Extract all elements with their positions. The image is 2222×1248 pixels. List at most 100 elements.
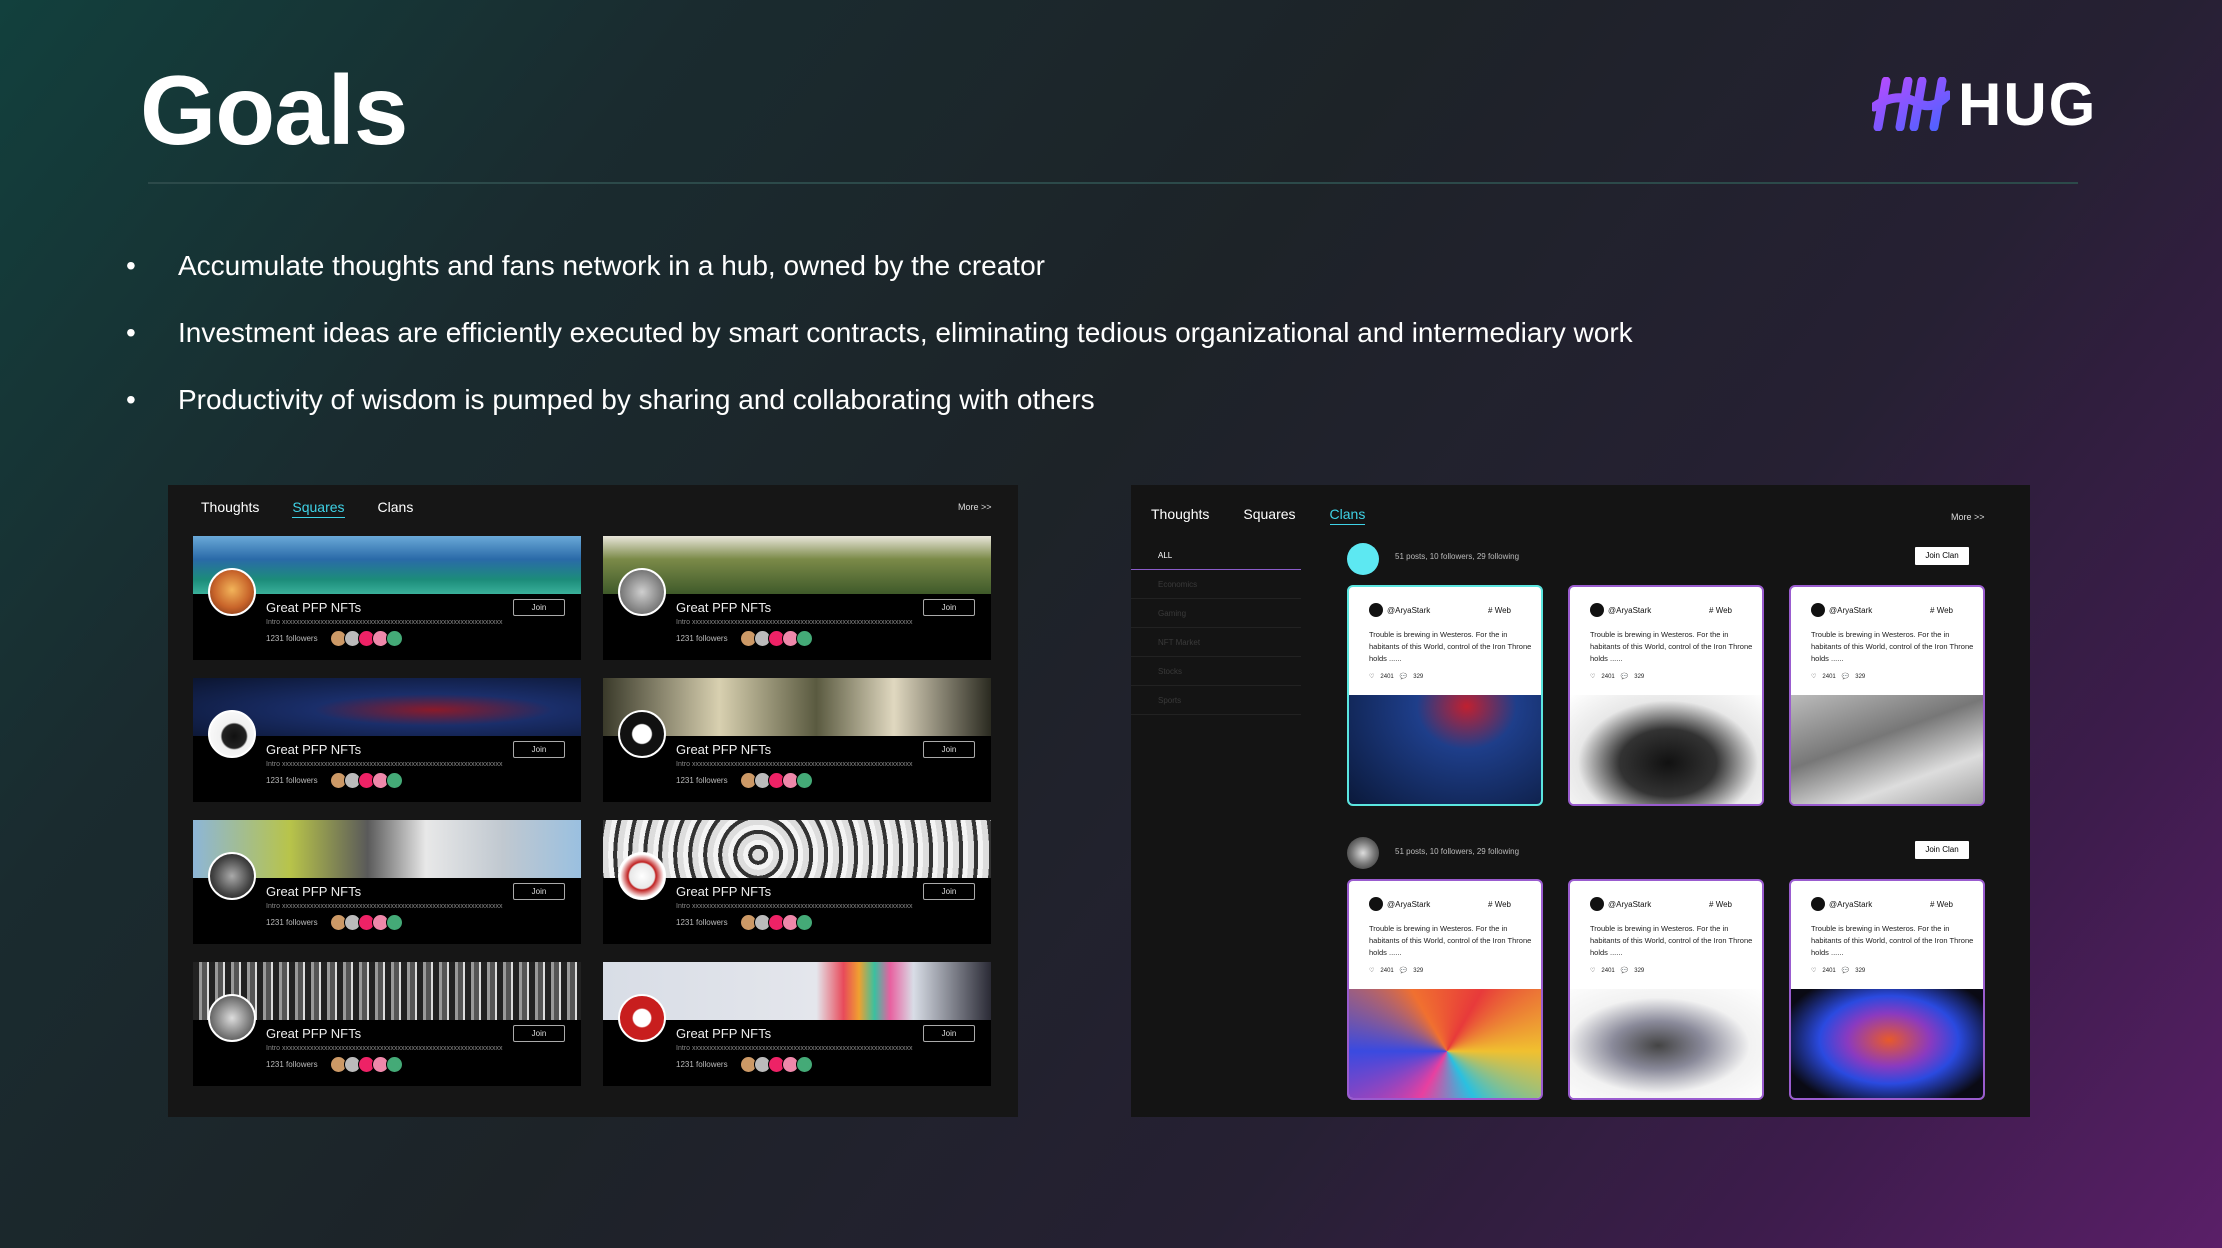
post-image — [1570, 989, 1762, 1098]
comment-icon[interactable]: 💬 — [1621, 673, 1628, 680]
post-text: Trouble is brewing in Westeros. For the … — [1811, 630, 1974, 663]
square-card[interactable]: Great PFP NFTs Intro xxxxxxxxxxxxxxxxxxx… — [193, 536, 581, 660]
comment-icon[interactable]: 💬 — [1842, 673, 1849, 680]
heart-icon[interactable]: ♡ — [1369, 673, 1374, 680]
post-card[interactable]: @AryaStark # Web Trouble is brewing in W… — [1568, 879, 1764, 1100]
tab-thoughts[interactable]: Thoughts — [1151, 506, 1209, 525]
card-followers: 1231 followers — [266, 776, 318, 785]
member-avatars — [330, 1056, 403, 1073]
square-card[interactable]: Great PFP NFTs Intro xxxxxxxxxxxxxxxxxxx… — [193, 962, 581, 1086]
square-card[interactable]: Great PFP NFTs Intro xxxxxxxxxxxxxxxxxxx… — [603, 820, 991, 944]
card-name: Great PFP NFTs — [266, 742, 362, 757]
square-card[interactable]: Great PFP NFTs Intro xxxxxxxxxxxxxxxxxxx… — [603, 678, 991, 802]
sidebar-item-sports[interactable]: Sports — [1131, 686, 1301, 715]
heart-icon[interactable]: ♡ — [1811, 967, 1816, 974]
post-card[interactable]: @AryaStark # Web Trouble is brewing in W… — [1347, 879, 1543, 1100]
join-button[interactable]: Join — [513, 741, 565, 758]
card-avatar — [618, 710, 666, 758]
card-intro: Intro xxxxxxxxxxxxxxxxxxxxxxxxxxxxxxxxxx… — [266, 1045, 503, 1052]
member-avatars — [330, 772, 403, 789]
user-avatar — [1590, 603, 1604, 617]
post-username: @AryaStark — [1387, 605, 1431, 615]
post-card[interactable]: @AryaStark # Web Trouble is brewing in W… — [1568, 585, 1764, 806]
square-card[interactable]: Great PFP NFTs Intro xxxxxxxxxxxxxxxxxxx… — [193, 820, 581, 944]
post-actions: ♡ 2401 💬 329 — [1369, 673, 1424, 681]
tab-squares[interactable]: Squares — [1243, 506, 1295, 525]
post-user[interactable]: @AryaStark — [1369, 897, 1430, 911]
post-user[interactable]: @AryaStark — [1369, 603, 1430, 617]
post-username: @AryaStark — [1608, 605, 1652, 615]
post-tag[interactable]: # Web — [1709, 606, 1732, 615]
sidebar-item-gaming[interactable]: Gaming — [1131, 599, 1301, 628]
post-user[interactable]: @AryaStark — [1590, 897, 1651, 911]
sidebar-item-all[interactable]: ALL — [1131, 541, 1301, 570]
card-followers: 1231 followers — [676, 634, 728, 643]
comment-count: 329 — [1634, 673, 1645, 680]
heart-icon[interactable]: ♡ — [1590, 673, 1595, 680]
join-clan-button[interactable]: Join Clan — [1915, 841, 1969, 859]
join-clan-button[interactable]: Join Clan — [1915, 547, 1969, 565]
card-avatar — [208, 568, 256, 616]
clan-avatar[interactable] — [1347, 543, 1379, 575]
clan-avatar[interactable] — [1347, 837, 1379, 869]
card-avatar — [208, 710, 256, 758]
more-link[interactable]: More >> — [958, 502, 992, 512]
squares-screenshot: Thoughts Squares Clans More >> Great PFP… — [168, 485, 1018, 1117]
post-tag[interactable]: # Web — [1930, 900, 1953, 909]
square-card[interactable]: Great PFP NFTs Intro xxxxxxxxxxxxxxxxxxx… — [603, 962, 991, 1086]
more-link[interactable]: More >> — [1951, 512, 1985, 522]
tab-clans[interactable]: Clans — [378, 499, 414, 518]
post-card[interactable]: @AryaStark # Web Trouble is brewing in W… — [1789, 879, 1985, 1100]
tab-clans[interactable]: Clans — [1329, 506, 1366, 525]
like-count: 2401 — [1601, 673, 1615, 680]
post-tag[interactable]: # Web — [1709, 900, 1732, 909]
sidebar-item-nft-market[interactable]: NFT Market — [1131, 628, 1301, 657]
comment-icon[interactable]: 💬 — [1842, 967, 1849, 974]
card-name: Great PFP NFTs — [266, 884, 362, 899]
heart-icon[interactable]: ♡ — [1811, 673, 1816, 680]
heart-icon[interactable]: ♡ — [1369, 967, 1374, 974]
comment-icon[interactable]: 💬 — [1621, 967, 1628, 974]
tab-squares[interactable]: Squares — [292, 499, 345, 518]
join-button[interactable]: Join — [513, 599, 565, 616]
post-image — [1349, 989, 1541, 1098]
post-tag[interactable]: # Web — [1488, 606, 1511, 615]
tab-thoughts[interactable]: Thoughts — [201, 499, 259, 518]
post-tag[interactable]: # Web — [1930, 606, 1953, 615]
post-actions: ♡ 2401 💬 329 — [1811, 967, 1865, 975]
join-button[interactable]: Join — [923, 741, 975, 758]
user-avatar — [1369, 603, 1383, 617]
post-card[interactable]: @AryaStark # Web Trouble is brewing in W… — [1789, 585, 1985, 806]
square-card[interactable]: Great PFP NFTs Intro xxxxxxxxxxxxxxxxxxx… — [603, 536, 991, 660]
post-tag[interactable]: # Web — [1488, 900, 1511, 909]
member-avatars — [740, 630, 813, 647]
comment-icon[interactable]: 💬 — [1400, 967, 1407, 974]
post-user[interactable]: @AryaStark — [1590, 603, 1651, 617]
square-card[interactable]: Great PFP NFTs Intro xxxxxxxxxxxxxxxxxxx… — [193, 678, 581, 802]
join-button[interactable]: Join — [923, 1025, 975, 1042]
hug-logo: HUG — [1872, 71, 2097, 138]
post-text: Trouble is brewing in Westeros. For the … — [1369, 924, 1532, 957]
heart-icon[interactable]: ♡ — [1590, 967, 1595, 974]
post-actions: ♡ 2401 💬 329 — [1811, 673, 1865, 681]
sidebar-item-economics[interactable]: Economics — [1131, 570, 1301, 599]
join-button[interactable]: Join — [513, 883, 565, 900]
card-intro: Intro xxxxxxxxxxxxxxxxxxxxxxxxxxxxxxxxxx… — [676, 903, 913, 910]
post-user[interactable]: @AryaStark — [1811, 897, 1872, 911]
goal-item: • Productivity of wisdom is pumped by sha… — [126, 380, 1633, 420]
join-button[interactable]: Join — [513, 1025, 565, 1042]
post-card[interactable]: @AryaStark # Web Trouble is brewing in W… — [1347, 585, 1543, 806]
comment-count: 329 — [1413, 673, 1424, 680]
like-count: 2401 — [1822, 673, 1836, 680]
goal-text: Productivity of wisdom is pumped by shar… — [178, 384, 1095, 415]
clans-tab-bar: Thoughts Squares Clans — [1151, 506, 1366, 525]
user-avatar — [1590, 897, 1604, 911]
join-button[interactable]: Join — [923, 883, 975, 900]
member-avatars — [740, 1056, 813, 1073]
post-image — [1349, 695, 1541, 804]
sidebar-item-stocks[interactable]: Stocks — [1131, 657, 1301, 686]
card-name: Great PFP NFTs — [266, 1026, 362, 1041]
post-user[interactable]: @AryaStark — [1811, 603, 1872, 617]
comment-icon[interactable]: 💬 — [1400, 673, 1407, 680]
join-button[interactable]: Join — [923, 599, 975, 616]
